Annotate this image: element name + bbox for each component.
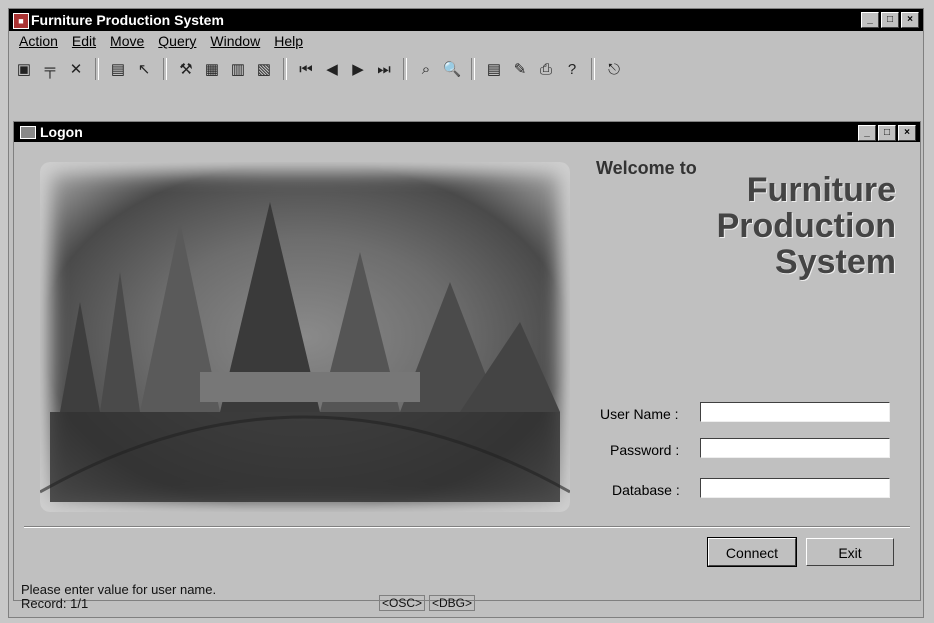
prev-record-icon[interactable]: ◀: [321, 58, 343, 80]
main-window: ■ Furniture Production System _ □ × Acti…: [8, 8, 924, 618]
palace-photo: [40, 162, 570, 512]
record-indicator: Record: 1/1: [21, 596, 89, 611]
app-icon: ■: [13, 13, 29, 29]
copy-icon[interactable]: ▦: [201, 58, 223, 80]
paste-icon[interactable]: ▥: [227, 58, 249, 80]
window-icon: [20, 126, 36, 139]
logon-maximize-button[interactable]: □: [878, 125, 896, 141]
minimize-button[interactable]: _: [861, 12, 879, 28]
app-brand: Furniture Production System: [717, 172, 896, 280]
menu-move[interactable]: Move: [110, 33, 144, 53]
title-bar[interactable]: ■ Furniture Production System _ □ ×: [9, 9, 923, 31]
print-icon[interactable]: ⎙: [535, 58, 557, 80]
password-label: Password :: [610, 442, 680, 458]
tools-icon[interactable]: ⚒: [175, 58, 197, 80]
window-title: Furniture Production System: [31, 12, 224, 28]
save-icon[interactable]: ▤: [107, 58, 129, 80]
username-label: User Name :: [600, 406, 679, 422]
welcome-text: Welcome to: [596, 158, 697, 178]
menu-query[interactable]: Query: [158, 33, 196, 53]
menu-edit[interactable]: Edit: [72, 33, 96, 53]
maximize-button[interactable]: □: [881, 12, 899, 28]
logon-close-button[interactable]: ×: [898, 125, 916, 141]
delete-row-icon[interactable]: ✕: [65, 58, 87, 80]
undo-icon[interactable]: ↖: [133, 58, 155, 80]
database-label: Database :: [612, 482, 680, 498]
brand-line-2: Production: [716, 207, 896, 245]
toolbar-separator: [163, 58, 167, 80]
menu-window[interactable]: Window: [210, 33, 260, 53]
last-record-icon[interactable]: ⏭: [373, 58, 395, 80]
toolbar-separator: [591, 58, 595, 80]
password-input[interactable]: [700, 438, 890, 458]
osc-indicator: <OSC>: [379, 595, 426, 611]
username-input[interactable]: [700, 402, 890, 422]
menu-bar: Action Edit Move Query Window Help: [9, 33, 303, 53]
logon-minimize-button[interactable]: _: [858, 125, 876, 141]
help-icon[interactable]: ?: [561, 58, 583, 80]
logon-title: Logon: [40, 124, 83, 140]
brand-line-3: System: [775, 243, 896, 281]
add-row-icon[interactable]: ╤: [39, 58, 61, 80]
toolbar-separator: [403, 58, 407, 80]
logon-title-bar[interactable]: Logon _ □ ×: [14, 122, 920, 142]
find-icon[interactable]: ⌕: [415, 58, 437, 80]
menu-action[interactable]: Action: [19, 33, 58, 53]
new-record-icon[interactable]: ▣: [13, 58, 35, 80]
report-icon[interactable]: ▤: [483, 58, 505, 80]
connect-button[interactable]: Connect: [707, 537, 797, 567]
edit-icon[interactable]: ✎: [509, 58, 531, 80]
exit-icon[interactable]: ⎋: [603, 58, 625, 80]
logon-window-controls: _ □ ×: [858, 125, 916, 141]
status-message: Please enter value for user name.: [21, 582, 217, 597]
window-controls: _ □ ×: [861, 12, 919, 28]
zoom-icon[interactable]: 🔍: [441, 58, 463, 80]
toolbar-separator: [283, 58, 287, 80]
exit-button[interactable]: Exit: [806, 538, 894, 566]
toolbar-separator: [95, 58, 99, 80]
toolbar-separator: [471, 58, 475, 80]
database-input[interactable]: [700, 478, 890, 498]
divider: [24, 526, 910, 528]
close-button[interactable]: ×: [901, 12, 919, 28]
logon-window: Logon _ □ × Welcome to Furniture Product…: [13, 121, 921, 601]
status-bar: Please enter value for user name. Record…: [13, 582, 919, 612]
next-record-icon[interactable]: ▶: [347, 58, 369, 80]
dbg-indicator: <DBG>: [429, 595, 476, 611]
toolbar: ▣ ╤ ✕ ▤ ↖ ⚒ ▦ ▥ ▧ ⏮ ◀ ▶ ⏭ ⌕ 🔍 ▤ ✎ ⎙ ? ⎋: [13, 55, 625, 83]
clear-icon[interactable]: ▧: [253, 58, 275, 80]
menu-help[interactable]: Help: [274, 33, 303, 53]
brand-line-1: Furniture: [746, 171, 896, 209]
first-record-icon[interactable]: ⏮: [295, 58, 317, 80]
palace-illustration: [40, 202, 570, 502]
